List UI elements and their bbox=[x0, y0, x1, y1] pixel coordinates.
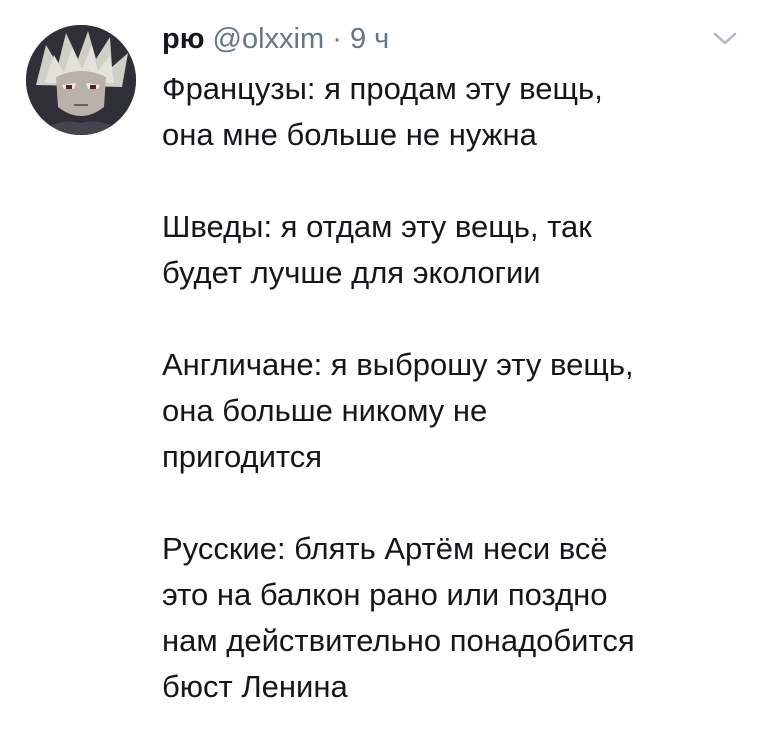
paragraph-english: Англичане: я выброшу эту вещь, она больш… bbox=[162, 342, 752, 480]
text-line: бюст Ленина bbox=[162, 669, 348, 704]
text-line: она мне больше не нужна bbox=[162, 117, 537, 152]
text-line: нам действительно понадобится bbox=[162, 623, 635, 658]
author-handle[interactable]: @olxxim bbox=[213, 23, 325, 55]
tweet-text: Французы: я продам эту вещь, она мне бол… bbox=[162, 66, 752, 710]
paragraph-russian: Русские: блять Артём неси всё это на бал… bbox=[162, 526, 752, 710]
tweet-header: рю @olxxim · 9 ч bbox=[162, 22, 389, 56]
avatar[interactable] bbox=[26, 25, 136, 135]
text-line: Русские: блять Артём неси всё bbox=[162, 531, 608, 566]
tweet-timestamp[interactable]: 9 ч bbox=[350, 23, 389, 55]
text-line: будет лучше для экологии bbox=[162, 255, 541, 290]
paragraph-french: Французы: я продам эту вещь, она мне бол… bbox=[162, 66, 752, 158]
tweet: рю @olxxim · 9 ч Французы: я продам эту … bbox=[0, 0, 764, 750]
separator-dot: · bbox=[332, 23, 342, 55]
text-line: это на балкон рано или поздно bbox=[162, 577, 608, 612]
paragraph-swedish: Шведы: я отдам эту вещь, так будет лучше… bbox=[162, 204, 752, 296]
avatar-image bbox=[26, 25, 136, 135]
text-line: пригодится bbox=[162, 439, 323, 474]
text-line: Англичане: я выброшу эту вещь, bbox=[162, 347, 634, 382]
author-name[interactable]: рю bbox=[162, 23, 204, 55]
chevron-down-icon[interactable] bbox=[712, 30, 738, 48]
text-line: она больше никому не bbox=[162, 393, 488, 428]
text-line: Французы: я продам эту вещь, bbox=[162, 71, 603, 106]
text-line: Шведы: я отдам эту вещь, так bbox=[162, 209, 592, 244]
